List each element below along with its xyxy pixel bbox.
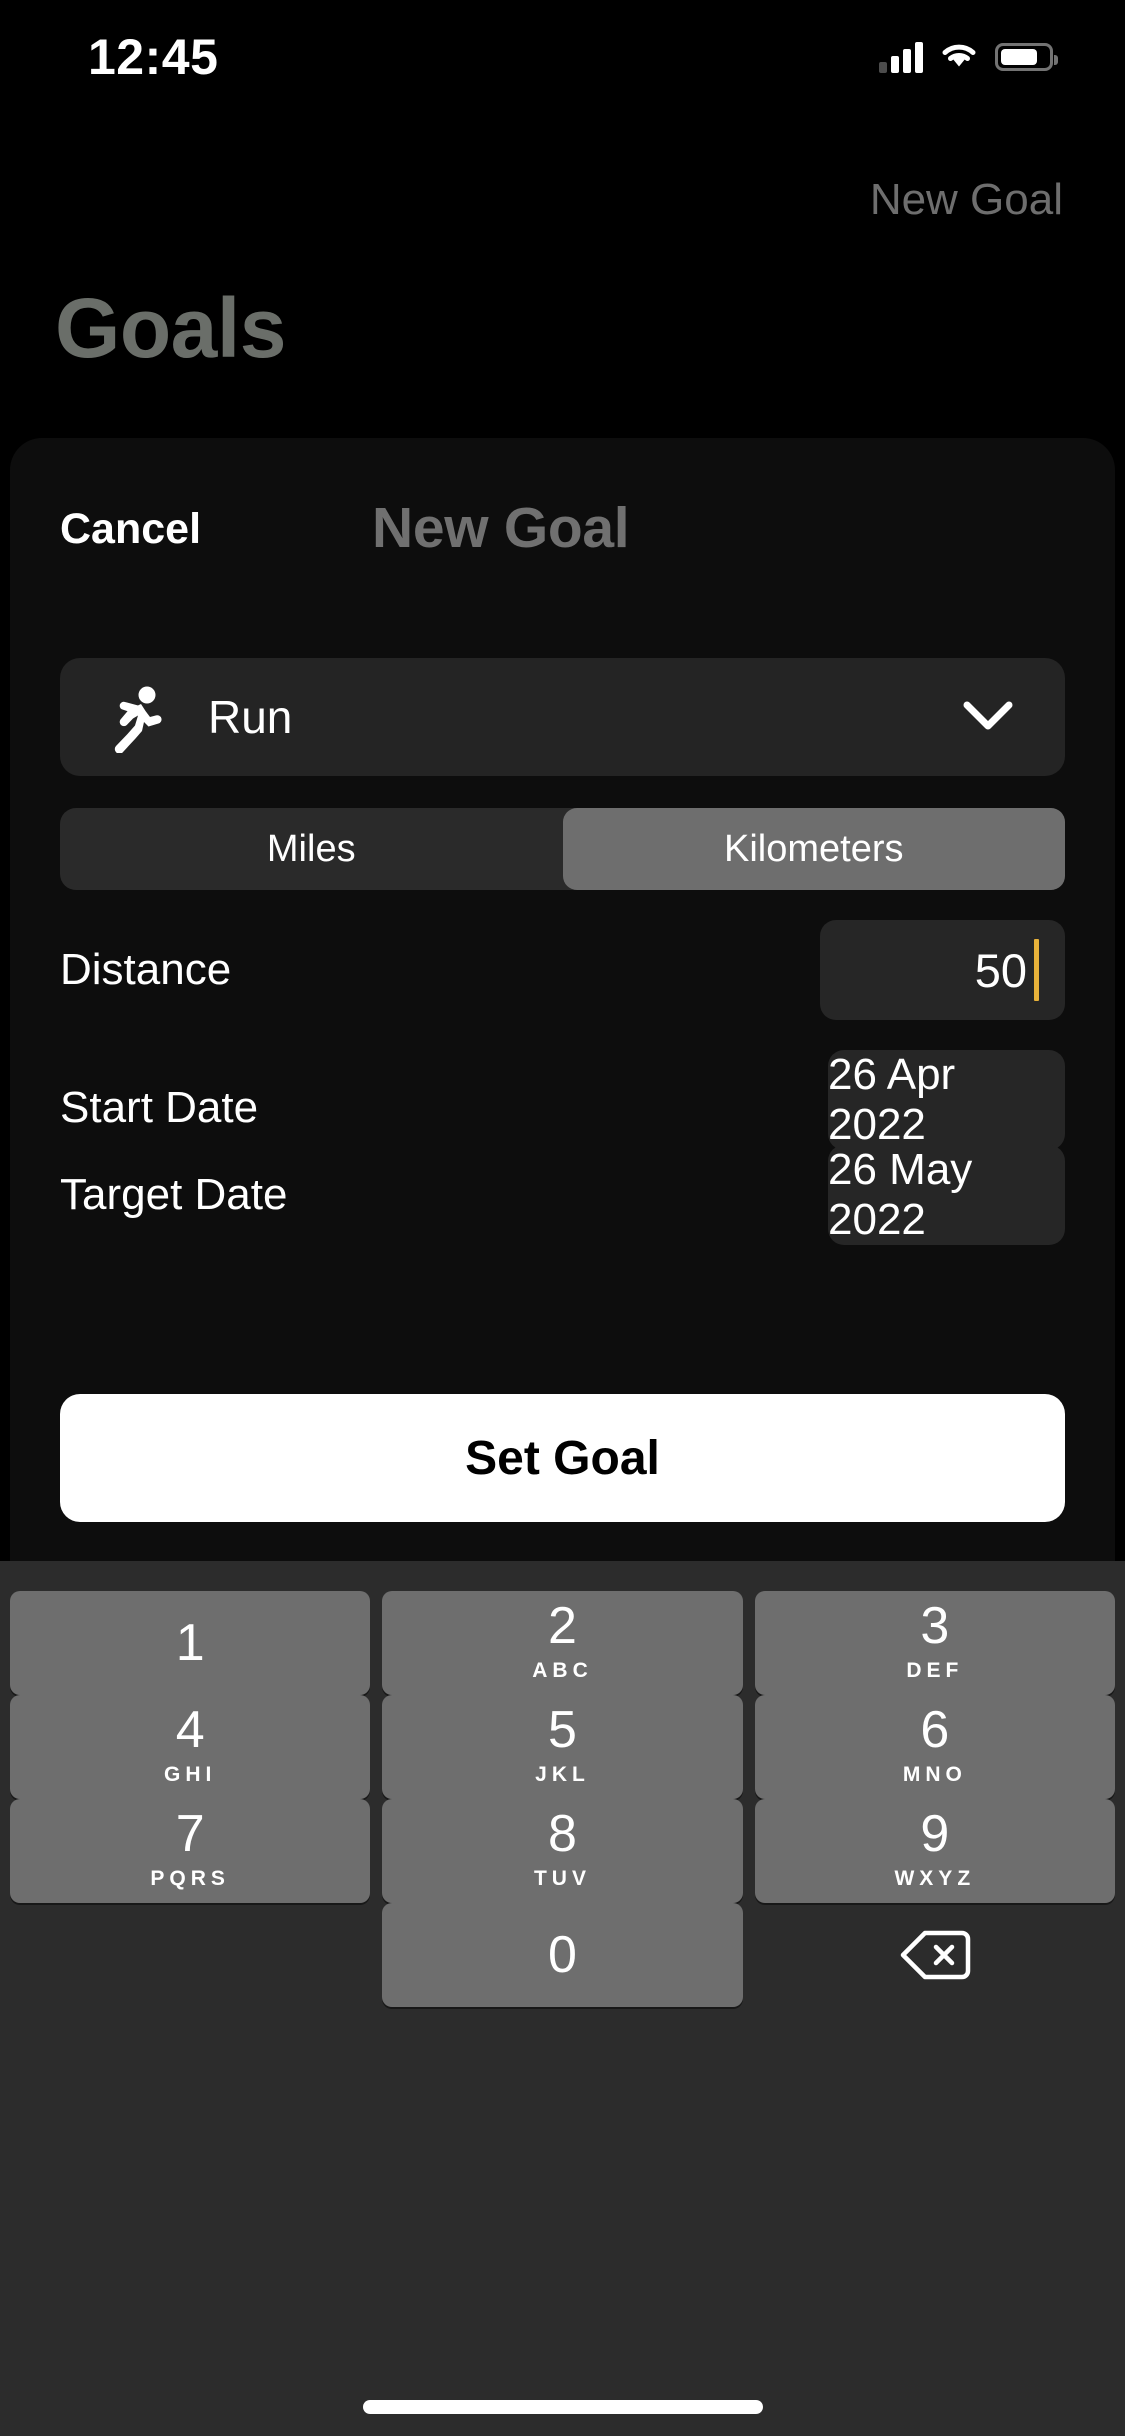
text-caret xyxy=(1034,939,1039,1001)
keypad-cell: 7 PQRS xyxy=(10,1789,371,1903)
key-0[interactable]: 0 xyxy=(382,1903,743,2007)
keypad-cell-empty xyxy=(10,1893,370,1997)
numeric-keyboard: 1 2 ABC 3 DEF 4 GHI 5 JKL 6 MNO 7 PQRS 8 TUV 9 WXYZ 0 xyxy=(0,1561,1125,2436)
distance-row: Distance 50 xyxy=(60,920,1065,1020)
start-date-picker[interactable]: 26 Apr 2022 xyxy=(828,1050,1065,1150)
keypad-cell: 8 TUV xyxy=(382,1789,743,1903)
key-letters: JKL xyxy=(535,1762,590,1786)
segment-miles[interactable]: Miles xyxy=(60,808,563,890)
target-date-row: Target Date 26 May 2022 xyxy=(60,1145,1065,1245)
keypad-cell: 3 DEF xyxy=(754,1581,1115,1695)
phone-screen: New Goal Goals 12:45 Cancel New Goal Run… xyxy=(0,0,1125,2436)
status-icons xyxy=(879,36,1058,78)
keypad-cell: 9 WXYZ xyxy=(754,1789,1115,1903)
activity-type-selector[interactable]: Run xyxy=(60,658,1065,776)
chevron-down-icon[interactable] xyxy=(963,700,1013,732)
unit-segmented-control[interactable]: Miles Kilometers xyxy=(60,808,1065,890)
key-letters: WXYZ xyxy=(894,1866,976,1890)
key-3[interactable]: 3 DEF xyxy=(754,1591,1115,1695)
key-digit: 6 xyxy=(920,1700,950,1759)
wifi-icon xyxy=(939,40,979,75)
key-letters: PQRS xyxy=(150,1866,230,1890)
key-digit: 5 xyxy=(548,1700,577,1759)
set-goal-button[interactable]: Set Goal xyxy=(60,1394,1065,1522)
distance-value: 50 xyxy=(974,943,1027,997)
segment-kilometers[interactable]: Kilometers xyxy=(562,808,1065,890)
target-date-label: Target Date xyxy=(60,1170,288,1219)
battery-icon xyxy=(995,43,1058,71)
key-digit: 0 xyxy=(548,1926,577,1984)
delete-backward-icon[interactable] xyxy=(755,1903,1115,2007)
running-figure-icon xyxy=(100,681,172,754)
key-2[interactable]: 2 ABC xyxy=(382,1591,743,1695)
key-digit: 1 xyxy=(175,1614,205,1672)
activity-type-label: Run xyxy=(208,691,293,743)
background-page-title: Goals xyxy=(55,281,286,375)
key-5[interactable]: 5 JKL xyxy=(382,1695,743,1799)
key-letters: ABC xyxy=(532,1658,593,1682)
key-letters: DEF xyxy=(906,1658,964,1682)
key-digit: 8 xyxy=(548,1804,577,1863)
key-digit: 3 xyxy=(920,1596,950,1655)
key-9[interactable]: 9 WXYZ xyxy=(754,1799,1115,1903)
keypad-cell: 4 GHI xyxy=(10,1685,371,1799)
background-new-goal-button: New Goal xyxy=(869,175,1063,224)
start-date-value: 26 Apr 2022 xyxy=(828,1050,956,1149)
key-digit: 4 xyxy=(175,1700,205,1759)
key-4[interactable]: 4 GHI xyxy=(10,1695,371,1799)
cellular-signal-icon xyxy=(879,41,923,73)
keypad-cell: 5 JKL xyxy=(382,1685,743,1799)
key-8[interactable]: 8 TUV xyxy=(382,1799,743,1903)
key-7[interactable]: 7 PQRS xyxy=(10,1799,371,1903)
key-letters: TUV xyxy=(533,1866,591,1890)
target-date-value: 26 May 2022 xyxy=(828,1145,973,1244)
keypad-cell: 6 MNO xyxy=(754,1685,1115,1799)
distance-input[interactable]: 50 xyxy=(820,920,1065,1020)
key-6[interactable]: 6 MNO xyxy=(754,1695,1115,1799)
sheet-title: New Goal xyxy=(372,496,630,560)
keypad-grid: 1 2 ABC 3 DEF 4 GHI 5 JKL 6 MNO 7 PQRS 8 TUV 9 WXYZ 0 xyxy=(10,1581,1115,2007)
cancel-button[interactable]: Cancel xyxy=(60,505,201,554)
keypad-cell xyxy=(755,1893,1115,1997)
key-digit: 9 xyxy=(920,1804,950,1863)
keypad-cell: 1 xyxy=(10,1581,371,1695)
key-letters: MNO xyxy=(902,1762,967,1786)
key-digit: 2 xyxy=(548,1596,577,1655)
key-1[interactable]: 1 xyxy=(10,1591,371,1695)
status-bar: 12:45 xyxy=(0,0,1125,132)
target-date-picker[interactable]: 26 May 2022 xyxy=(828,1145,1065,1245)
home-indicator xyxy=(362,2400,763,2414)
keypad-cell: 0 xyxy=(382,1893,743,2007)
keypad-cell: 2 ABC xyxy=(382,1581,743,1695)
key-digit: 7 xyxy=(175,1804,205,1863)
start-date-label: Start Date xyxy=(60,1083,259,1132)
distance-label: Distance xyxy=(60,945,232,994)
key-letters: GHI xyxy=(163,1762,217,1786)
status-time: 12:45 xyxy=(88,29,219,85)
start-date-row: Start Date 26 Apr 2022 xyxy=(60,1050,1065,1158)
